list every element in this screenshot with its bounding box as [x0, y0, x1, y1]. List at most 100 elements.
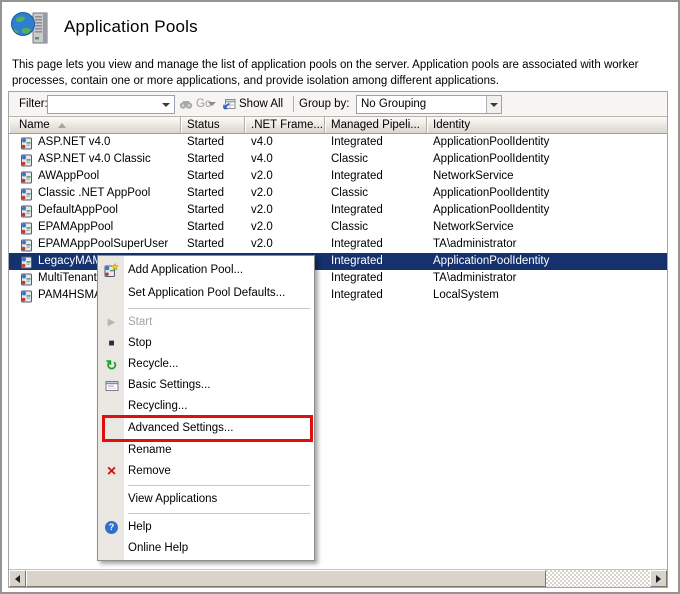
go-button[interactable]: Go: [179, 92, 211, 116]
table-row[interactable]: ASP.NET v4.0 Classic Started v4.0 Classic Ap…: [9, 151, 667, 168]
menu-item-recycle[interactable]: ↻ Recycle...: [98, 354, 314, 375]
cell-name: Classic .NET AppPool: [9, 185, 181, 202]
table-row[interactable]: AWAppPool Started v2.0 Integrated NetworkSer…: [9, 168, 667, 185]
menu-item-label: Recycling...: [128, 400, 188, 412]
group-by-select[interactable]: No Grouping: [356, 95, 502, 114]
cell-identity: NetworkService: [433, 170, 514, 182]
pool-name: Classic .NET AppPool: [38, 187, 151, 199]
pool-name: ASP.NET v4.0: [38, 136, 111, 148]
cell-pipeline: Integrated: [331, 289, 383, 301]
table-row[interactable]: EPAMAppPool Started v2.0 Classic NetworkServ…: [9, 219, 667, 236]
cell-framework: v2.0: [251, 170, 273, 182]
menu-item-rename[interactable]: Rename: [98, 440, 314, 461]
cell-status: Started: [187, 187, 225, 199]
menu-item-start[interactable]: ▶ Start: [98, 312, 314, 333]
menu-item-set-application-pool-defaults[interactable]: Set Application Pool Defaults...: [98, 282, 314, 305]
table-row[interactable]: DefaultAppPool Started v2.0 Integrated Appli…: [9, 202, 667, 219]
show-all-label: Show All: [239, 98, 284, 110]
menu-separator: [98, 510, 314, 517]
show-all-button[interactable]: Show All: [222, 92, 283, 116]
table-row[interactable]: ASP.NET v4.0 Started v4.0 Integrated Applica…: [9, 134, 667, 151]
cell-name: ASP.NET v4.0 Classic: [9, 151, 181, 168]
menu-item-basic-settings[interactable]: Basic Settings...: [98, 375, 314, 396]
cell-identity: ApplicationPoolIdentity: [433, 153, 550, 165]
cell-framework: v2.0: [251, 187, 273, 199]
filter-label: Filter:: [19, 98, 48, 110]
column-header-net-frame[interactable]: .NET Frame...: [245, 117, 325, 133]
page-title: Application Pools: [64, 17, 198, 36]
menu-item-recycling[interactable]: Recycling...: [98, 396, 314, 417]
cell-name: ASP.NET v4.0: [9, 134, 181, 151]
column-header-label: .NET Frame...: [251, 119, 323, 131]
column-header-managed-pipeli[interactable]: Managed Pipeli...: [325, 117, 427, 133]
dialog-icon: [103, 378, 120, 394]
cell-pipeline: Classic: [331, 187, 369, 199]
table-row[interactable]: EPAMAppPoolSuperUser Started v2.0 Integrate…: [9, 236, 667, 253]
menu-item-remove[interactable]: × Remove: [98, 461, 314, 482]
iis-application-pools-window: Application Pools This page lets you vie…: [0, 0, 680, 594]
group-by-label: Group by:: [299, 98, 350, 110]
show-all-icon: [223, 99, 236, 110]
menu-item-label: Online Help: [128, 542, 189, 554]
cell-identity: NetworkService: [433, 221, 514, 233]
context-menu: Add Application Pool... Set Application P…: [97, 255, 315, 561]
menu-item-label: View Applications: [128, 493, 218, 505]
app-pool-icon: [21, 205, 32, 217]
cell-pipeline: Integrated: [331, 136, 383, 148]
chevron-down-icon[interactable]: [486, 96, 501, 113]
menu-item-label: Set Application Pool Defaults...: [128, 287, 286, 299]
column-header-name[interactable]: Name: [9, 117, 181, 133]
menu-item-add-application-pool[interactable]: Add Application Pool...: [98, 259, 314, 282]
scrollbar-thumb[interactable]: [26, 570, 546, 587]
cell-pipeline: Integrated: [331, 272, 383, 284]
column-header-status[interactable]: Status: [181, 117, 245, 133]
cell-identity: ApplicationPoolIdentity: [433, 136, 550, 148]
column-header-label: Status: [187, 119, 220, 131]
menu-item-label: Help: [128, 521, 152, 533]
pool-name: ASP.NET v4.0 Classic: [38, 153, 151, 165]
cell-status: Started: [187, 153, 225, 165]
menu-item-stop[interactable]: ■ Stop: [98, 333, 314, 354]
scrollbar-track[interactable]: [546, 570, 650, 587]
scroll-right-arrow-icon[interactable]: [650, 570, 667, 587]
recycle-icon: ↻: [105, 356, 118, 373]
sort-ascending-icon: [57, 122, 66, 128]
cell-pipeline: Classic: [331, 221, 369, 233]
add-app-pool-icon: [103, 263, 120, 279]
go-dropdown-icon[interactable]: [208, 102, 216, 106]
table-row[interactable]: Classic .NET AppPool Started v2.0 Classic Ap…: [9, 185, 667, 202]
app-pool-icon: [21, 273, 32, 285]
menu-item-label: Stop: [128, 337, 152, 349]
menu-item-label: Rename: [128, 444, 172, 456]
play-icon: ▶: [107, 316, 116, 328]
filter-input[interactable]: [47, 95, 175, 114]
menu-separator: [98, 482, 314, 489]
cell-framework: v2.0: [251, 204, 273, 216]
cell-pipeline: Classic: [331, 153, 369, 165]
chevron-down-icon[interactable]: [162, 103, 170, 107]
help-icon: ?: [103, 520, 120, 536]
cell-framework: v2.0: [251, 221, 273, 233]
column-header-identity[interactable]: Identity: [427, 117, 667, 133]
cell-identity: TA\administrator: [433, 238, 517, 250]
menu-item-label: Basic Settings...: [128, 379, 211, 391]
column-header-label: Name: [19, 119, 50, 131]
app-pool-icon: [21, 290, 32, 302]
menu-item-view-applications[interactable]: View Applications: [98, 489, 314, 510]
menu-item-help[interactable]: ? Help: [98, 517, 314, 538]
menu-item-advanced-settings[interactable]: Advanced Settings...: [98, 417, 314, 440]
menu-item-online-help[interactable]: Online Help: [98, 538, 314, 559]
pool-name: DefaultAppPool: [38, 204, 118, 216]
column-header-label: Managed Pipeli...: [331, 119, 420, 131]
cell-status: Started: [187, 204, 225, 216]
horizontal-scrollbar[interactable]: [9, 569, 667, 587]
cell-identity: LocalSystem: [433, 289, 499, 301]
cell-status: Started: [187, 170, 225, 182]
app-pool-icon: [21, 154, 32, 166]
cell-identity: ApplicationPoolIdentity: [433, 204, 550, 216]
cell-framework: v2.0: [251, 238, 273, 250]
scroll-left-arrow-icon[interactable]: [9, 570, 26, 587]
cell-name: EPAMAppPool: [9, 219, 181, 236]
group-by-value: No Grouping: [361, 98, 427, 110]
pool-name: MultiTenant: [38, 272, 97, 284]
